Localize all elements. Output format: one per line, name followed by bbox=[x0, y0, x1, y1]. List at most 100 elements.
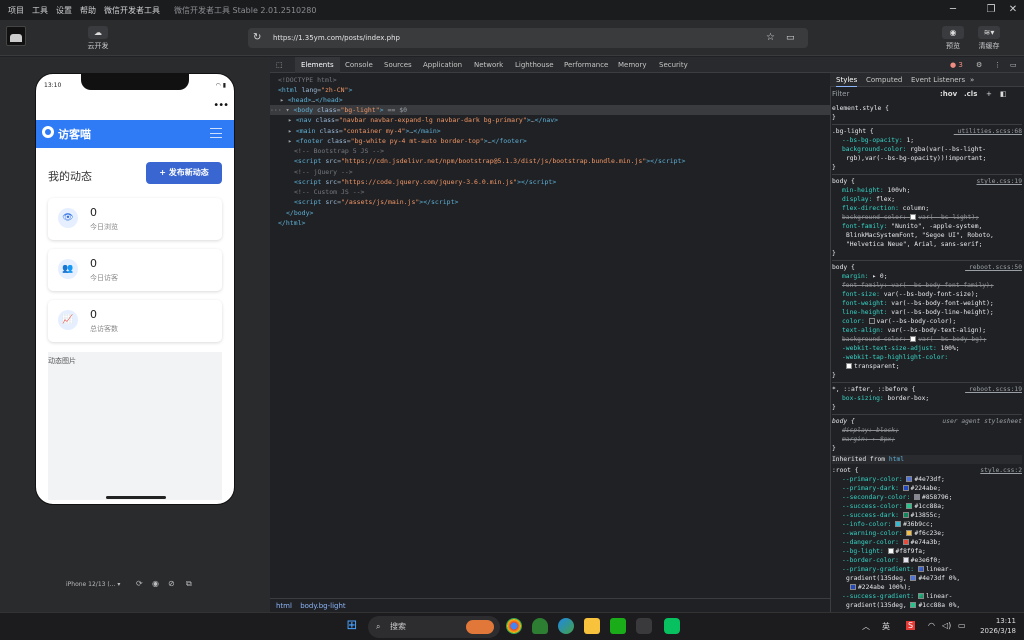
tab-computed[interactable]: Computed bbox=[866, 73, 902, 87]
dom-line[interactable]: <!-- Bootstrap 5 JS --> bbox=[294, 146, 384, 156]
css-property[interactable]: --bg-light: #f8f9fa; bbox=[832, 547, 1022, 556]
tab-lighthouse[interactable]: Lighthouse bbox=[515, 57, 554, 73]
css-rule[interactable]: element.style { bbox=[832, 104, 1022, 113]
css-property[interactable]: --secondary-color: #858796; bbox=[832, 493, 1022, 502]
css-property[interactable]: --primary-color: #4e73df; bbox=[832, 475, 1022, 484]
device-select[interactable]: iPhone 12/13 (... ▾ bbox=[66, 581, 120, 588]
chrome-icon[interactable] bbox=[506, 618, 522, 634]
error-badge[interactable]: ● 3 bbox=[950, 57, 963, 73]
close-icon[interactable]: ✕ bbox=[1006, 3, 1020, 17]
css-property[interactable]: flex-direction: column; bbox=[832, 204, 1022, 213]
css-property[interactable]: --warning-color: #f6c23e; bbox=[832, 529, 1022, 538]
css-property[interactable]: --primary-dark: #224abe; bbox=[832, 484, 1022, 493]
css-property[interactable]: --success-gradient: linear- bbox=[832, 592, 1022, 601]
menu-item-settings[interactable]: 设置 bbox=[56, 5, 72, 16]
breadcrumb-item[interactable]: body.bg-light bbox=[300, 602, 345, 610]
css-property[interactable]: --primary-gradient: linear- bbox=[832, 565, 1022, 574]
css-property[interactable]: min-height: 100vh; bbox=[832, 186, 1022, 195]
dom-line[interactable]: ▸ <nav class="navbar navbar-expand-lg na… bbox=[288, 115, 558, 125]
css-property[interactable]: font-size: var(--bs-body-font-size); bbox=[832, 290, 1022, 299]
dom-line[interactable]: <!DOCTYPE html> bbox=[278, 75, 337, 85]
tab-styles[interactable]: Styles bbox=[836, 73, 858, 87]
file-explorer-icon[interactable] bbox=[584, 618, 600, 634]
css-property[interactable]: font-family: "Nunito", -apple-system, bbox=[832, 222, 1022, 231]
dom-line[interactable]: <script src="https://code.jquery.com/jqu… bbox=[294, 177, 556, 187]
css-property[interactable]: margin: ▸ 8px; bbox=[832, 435, 1022, 444]
volume-icon[interactable]: ◁) bbox=[942, 621, 951, 630]
css-rule[interactable]: body {_reboot.scss:50 bbox=[832, 263, 1022, 272]
tab-event-listeners[interactable]: Event Listeners bbox=[911, 73, 965, 87]
css-property[interactable]: display: flex; bbox=[832, 195, 1022, 204]
css-property[interactable]: background-color: var(--bs-light); bbox=[832, 213, 1022, 222]
mute-icon[interactable]: ⊘ bbox=[168, 579, 175, 588]
menu-item-help[interactable]: 帮助 bbox=[80, 5, 96, 16]
hov-toggle[interactable]: :hov bbox=[940, 90, 957, 98]
tab-security[interactable]: Security bbox=[659, 57, 688, 73]
css-rule[interactable]: body {style.css:19 bbox=[832, 177, 1022, 186]
css-property[interactable]: box-sizing: border-box; bbox=[832, 394, 1022, 403]
dom-line[interactable]: ▸ <footer class="bg-white py-4 mt-auto b… bbox=[288, 136, 527, 146]
battery-icon[interactable]: ▭ bbox=[958, 621, 966, 630]
dom-line[interactable]: <html lang="zh-CN"> bbox=[278, 85, 352, 95]
tab-memory[interactable]: Memory bbox=[618, 57, 646, 73]
css-rule[interactable]: .bg-light {_utilities.scss:68 bbox=[832, 127, 1022, 136]
css-property[interactable]: -webkit-tap-highlight-color: bbox=[832, 353, 1022, 362]
dom-line[interactable]: <script src="https://cdn.jsdelivr.net/np… bbox=[294, 156, 685, 166]
input-language[interactable]: 英 bbox=[882, 621, 890, 632]
css-property[interactable]: background-color: rgba(var(--bs-light- bbox=[832, 145, 1022, 154]
dom-line[interactable]: </html> bbox=[278, 218, 305, 228]
record-icon[interactable]: ◉ bbox=[152, 579, 159, 588]
wifi-icon[interactable]: ◠ bbox=[928, 621, 935, 630]
css-property[interactable]: --bs-bg-opacity: 1; bbox=[832, 136, 1022, 145]
wechat-icon[interactable] bbox=[664, 618, 680, 634]
clear-cache-button[interactable]: ≋▾ 清缓存 bbox=[973, 26, 1005, 51]
css-property[interactable]: margin: ▸ 0; bbox=[832, 272, 1022, 281]
rotate-icon[interactable]: ⟳ bbox=[136, 579, 143, 588]
publish-button[interactable]: + 发布新动态 bbox=[146, 162, 222, 184]
tab-console[interactable]: Console bbox=[345, 57, 373, 73]
tab-sources[interactable]: Sources bbox=[384, 57, 412, 73]
more-icon[interactable]: ••• bbox=[213, 100, 229, 111]
toggle-sidebar-icon[interactable]: ◧ bbox=[1000, 90, 1007, 98]
add-rule-icon[interactable]: + bbox=[986, 90, 992, 98]
brand-name[interactable]: 访客喵 bbox=[58, 126, 91, 142]
css-property[interactable]: --border-color: #e3e6f0; bbox=[832, 556, 1022, 565]
minimize-icon[interactable]: ─ bbox=[946, 3, 960, 17]
cls-toggle[interactable]: .cls bbox=[964, 90, 977, 98]
menu-item-project[interactable]: 项目 bbox=[8, 5, 24, 16]
taskbar-search[interactable]: ⌕ 搜索 bbox=[368, 616, 500, 638]
start-windows-icon[interactable]: ⊞ bbox=[344, 618, 360, 634]
css-property[interactable]: --success-dark: #13855c; bbox=[832, 511, 1022, 520]
tab-more[interactable]: » bbox=[970, 73, 974, 87]
tab-performance[interactable]: Performance bbox=[564, 57, 608, 73]
breadcrumb-item[interactable]: html bbox=[276, 602, 292, 610]
hamburger-icon[interactable] bbox=[210, 128, 222, 138]
dock-icon[interactable]: ▭ bbox=[1010, 57, 1017, 73]
filter-input[interactable]: Filter bbox=[832, 90, 849, 98]
dom-line[interactable]: </body> bbox=[286, 208, 313, 218]
css-property[interactable]: --info-color: #36b9cc; bbox=[832, 520, 1022, 529]
css-rule[interactable]: :root {style.css:2 bbox=[832, 466, 1022, 475]
tab-network[interactable]: Network bbox=[474, 57, 503, 73]
css-property[interactable]: font-weight: var(--bs-body-font-weight); bbox=[832, 299, 1022, 308]
css-property[interactable]: background-color: var(--bs-body-bg); bbox=[832, 335, 1022, 344]
dom-line[interactable]: <!-- jQuery --> bbox=[294, 167, 353, 177]
restore-icon[interactable]: ❐ bbox=[984, 3, 998, 17]
system-clock[interactable]: 13:11 2026/3/18 bbox=[980, 616, 1016, 636]
css-property[interactable]: display: block; bbox=[832, 426, 1022, 435]
css-property[interactable]: line-height: var(--bs-body-line-height); bbox=[832, 308, 1022, 317]
folder-icon[interactable]: ▭ bbox=[786, 28, 795, 48]
window-icon[interactable]: ⧉ bbox=[186, 579, 192, 589]
avatar[interactable] bbox=[6, 26, 26, 46]
inspect-icon[interactable]: ⬚ bbox=[276, 57, 283, 73]
more-menu-icon[interactable]: ⋮ bbox=[994, 57, 1001, 73]
dom-line-selected[interactable]: ··· ▾ <body class="bg-light"> == $0 bbox=[270, 105, 830, 116]
cloud-dev-button[interactable]: ☁ 云开发 bbox=[84, 26, 112, 51]
app-green-icon[interactable] bbox=[610, 618, 626, 634]
styles-filter[interactable]: Filter :hov .cls + ◧ bbox=[832, 90, 1022, 98]
dom-line[interactable]: ▸ <main class="container my-4">…</main> bbox=[288, 126, 441, 136]
dom-line[interactable]: ▸ <head>…</head> bbox=[280, 95, 343, 105]
dom-line[interactable]: <script src="/assets/js/main.js"></scrip… bbox=[294, 197, 458, 207]
menu-item-devtools[interactable]: 微信开发者工具 bbox=[104, 5, 160, 16]
preview-button[interactable]: ◉ 预览 bbox=[937, 26, 969, 51]
